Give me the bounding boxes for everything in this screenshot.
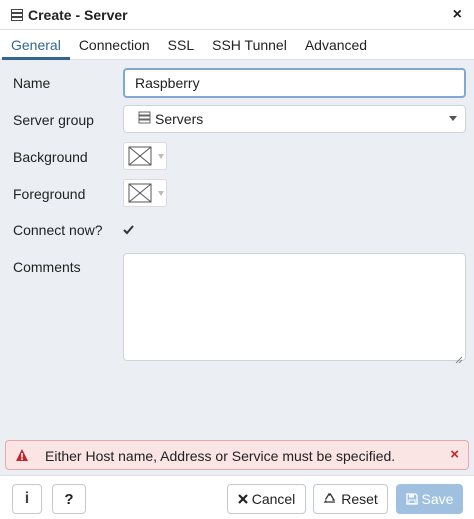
server-group-value: Servers [155,111,204,127]
info-icon: i [24,490,30,507]
foreground-label: Foreground [13,186,86,202]
cancel-label: Cancel [251,491,296,507]
dialog-titlebar: Create - Server × [0,0,474,30]
connect-now-checkbox[interactable] [123,224,134,235]
close-icon[interactable]: × [453,6,462,24]
comments-label: Comments [13,259,81,275]
reset-button[interactable]: Reset [313,484,388,514]
dialog-footer: i ? Cancel Reset Save [0,475,474,519]
no-color-icon [128,146,152,166]
tab-bar: General Connection SSL SSH Tunnel Advanc… [0,30,474,60]
server-group-icon [138,111,151,127]
reset-label: Reset [341,491,378,507]
dialog-title: Create - Server [28,6,128,23]
info-button[interactable]: i [12,484,42,514]
chevron-down-icon [158,153,164,159]
server-group-select[interactable]: Servers [123,105,466,133]
name-label: Name [13,75,51,91]
foreground-color-picker[interactable] [123,179,167,207]
x-icon [237,494,248,504]
comments-textarea[interactable] [123,253,466,361]
floppy-disk-icon [405,493,418,505]
cancel-button[interactable]: Cancel [227,484,306,514]
resize-grip-icon[interactable] [455,351,463,364]
tab-ssh-tunnel[interactable]: SSH Tunnel [203,30,296,59]
tab-ssl[interactable]: SSL [159,30,203,59]
tab-connection[interactable]: Connection [70,30,159,59]
recycle-icon [323,492,337,506]
help-button[interactable]: ? [52,484,86,514]
chevron-down-icon [449,116,457,121]
save-button[interactable]: Save [396,484,463,514]
chevron-down-icon [158,190,164,196]
error-message: Either Host name, Address or Service mus… [45,448,396,464]
save-label: Save [421,491,454,507]
connect-now-label: Connect now? [13,222,103,238]
error-alert: Either Host name, Address or Service mus… [5,440,469,470]
server-icon [10,8,24,22]
tab-general[interactable]: General [2,30,70,60]
server-group-label: Server group [13,112,94,128]
warning-triangle-icon [15,448,29,462]
no-color-icon [128,183,152,203]
general-form: Name Server group Servers Background For… [0,61,474,436]
close-icon[interactable]: × [450,446,459,463]
background-color-picker[interactable] [123,142,167,170]
help-icon: ? [64,490,74,508]
tab-advanced[interactable]: Advanced [296,30,376,59]
background-label: Background [13,149,88,165]
name-input[interactable] [123,68,466,98]
